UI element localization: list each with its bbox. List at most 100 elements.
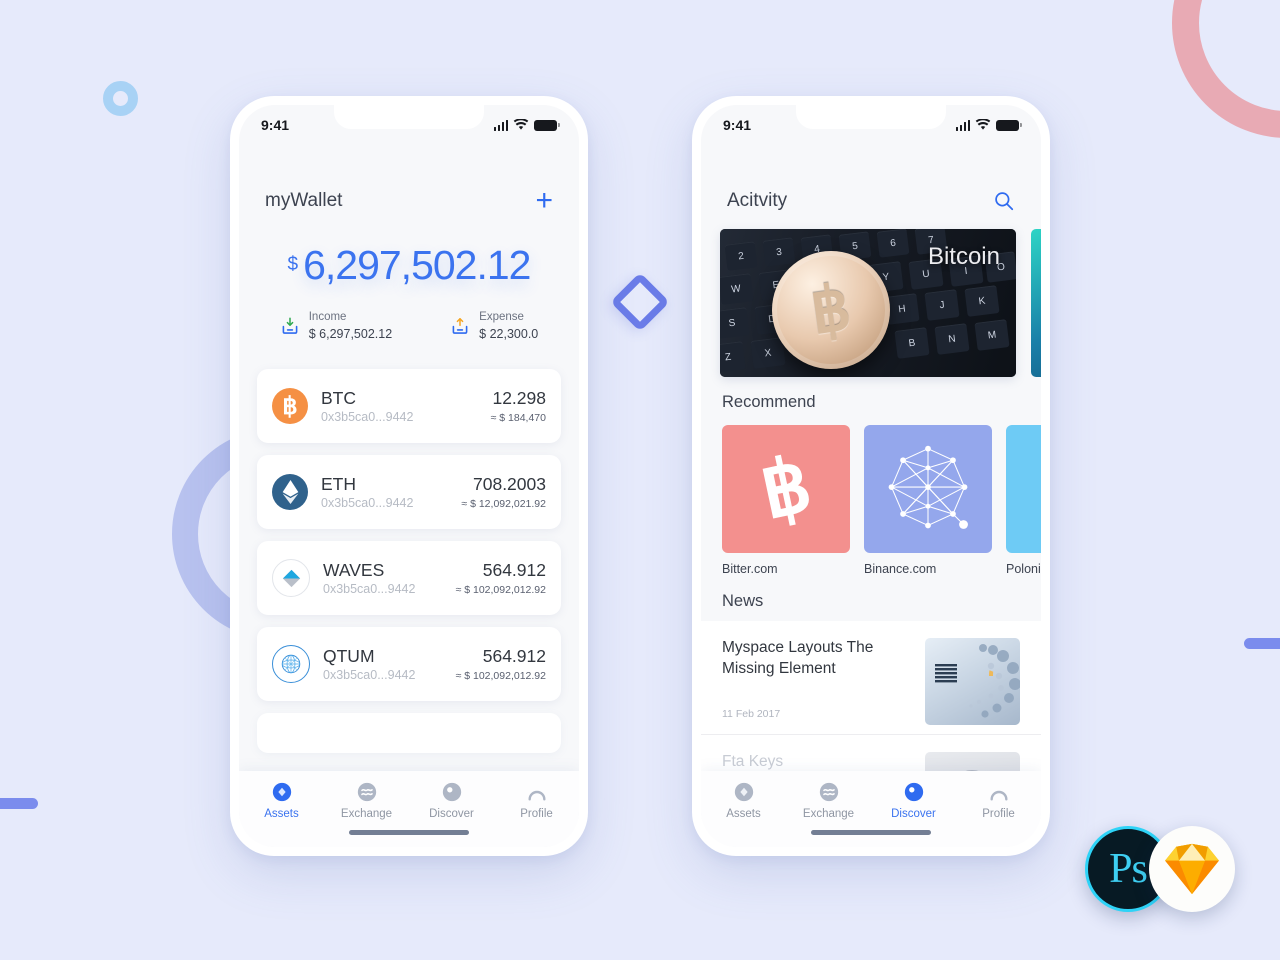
profile-person-icon [527,790,546,801]
blue-bar-left-decoration [0,798,38,809]
exchange-waves-icon [819,782,838,802]
news-heading: News [722,592,764,610]
asset-usd-value: ≈ $ 102,092,012.92 [455,669,546,682]
assets-diamond-icon [272,782,291,802]
income-expense-row: Income $ 6,297,502.12 Expense $ 22,300.0 [239,310,579,342]
tab-label: Discover [891,808,936,820]
asset-quantity: 564.912 [482,646,546,667]
table-row-partial[interactable] [257,713,561,753]
expense-summary[interactable]: Expense $ 22,300.0 [450,310,538,342]
phone-mockup-discover: 9:41 Acitvity 2 3 4 5 6 7 W E Y U I O S … [692,96,1050,856]
network-graph-icon [864,425,992,553]
asset-symbol: WAVES [323,560,385,581]
hero-card-next[interactable] [1031,229,1041,377]
table-row[interactable]: ฿ BTC 0x3b5ca0...9442 12.298 ≈ $ 184,470 [257,369,561,443]
home-indicator [349,830,469,835]
asset-usd-value: ≈ $ 102,092,012.92 [455,583,546,596]
wallet-screen: 9:41 myWallet + $ 6,297,502.12 Income $ … [239,105,579,847]
bitcoin-coin-photo: ฿ [772,251,890,369]
status-icons [493,119,560,131]
income-summary[interactable]: Income $ 6,297,502.12 [280,310,392,342]
sketch-logo-icon [1149,826,1235,912]
device-notch [334,105,484,129]
tab-label: Profile [982,808,1015,820]
tab-label: Exchange [802,808,855,820]
recommend-name: Poloniex.com [1006,562,1041,576]
profile-person-icon [989,790,1008,801]
income-label: Income [308,311,347,323]
battery-icon [534,119,560,131]
bottom-tab-bar: Assets Exchange Discover Profile [701,771,1041,847]
hero-card-bitcoin[interactable]: 2 3 4 5 6 7 W E R Y U I O S D H J [720,229,1016,377]
home-indicator [811,830,931,835]
balance-amount: 6,297,502.12 [303,242,531,288]
tab-profile[interactable]: Profile [494,781,579,820]
recommend-heading: Recommend [722,393,816,411]
tab-discover[interactable]: Discover [409,781,494,820]
list-item[interactable]: Poloniex.com [1006,425,1041,576]
tab-label: Assets [726,808,761,820]
assets-diamond-icon [734,782,753,802]
hero-caption: Bitcoin [927,243,1000,270]
table-row[interactable]: WAVES 0x3b5ca0...9442 564.912 ≈ $ 102,09… [257,541,561,615]
signal-bars-icon [493,119,508,131]
blue-bar-right-decoration [1244,638,1280,649]
tab-exchange[interactable]: Exchange [786,781,871,820]
list-item[interactable]: ฿ Bitter.com [722,425,850,576]
income-value: $ 6,297,502.12 [308,326,393,341]
tab-assets[interactable]: Assets [239,781,324,820]
signal-bars-icon [955,119,970,131]
asset-usd-value: ≈ $ 12,092,021.92 [461,497,546,510]
tab-discover[interactable]: Discover [871,781,956,820]
eth-coin-icon [272,474,308,510]
recommend-name: Binance.com [864,562,937,576]
asset-address: 0x3b5ca0...9442 [323,667,416,682]
page-title: Acitvity [727,190,788,211]
asset-address: 0x3b5ca0...9442 [321,409,414,424]
tab-exchange[interactable]: Exchange [324,781,409,820]
news-title: Myspace Layouts The Missing Element [722,639,874,677]
expense-value: $ 22,300.0 [479,326,539,341]
asset-symbol: ETH [321,474,356,495]
discover-header: Acitvity [701,183,1041,219]
balance-display: $ 6,297,502.12 [239,245,579,286]
discover-screen: 9:41 Acitvity 2 3 4 5 6 7 W E Y U I O S … [701,105,1041,847]
asset-quantity: 12.298 [492,388,546,409]
tab-profile[interactable]: Profile [956,781,1041,820]
wallet-header: myWallet + [239,183,579,219]
poloniex-icon [1006,425,1041,553]
tab-label: Assets [264,808,299,820]
news-title: Fta Keys [722,753,784,770]
wifi-icon [513,119,529,130]
discover-compass-icon [442,782,461,802]
search-icon[interactable] [993,190,1015,212]
tool-logos: Ps [1085,826,1235,918]
tab-assets[interactable]: Assets [701,781,786,820]
asset-quantity: 564.912 [482,560,546,581]
blue-diamond-decoration [610,272,670,332]
pink-ring-decoration [1172,0,1280,138]
battery-icon [996,119,1022,131]
waves-coin-icon [272,559,310,597]
hero-carousel[interactable]: 2 3 4 5 6 7 W E R Y U I O S D H J [701,229,1041,377]
background-decoration-layer [0,0,1280,960]
add-wallet-button[interactable]: + [535,186,553,216]
device-notch [796,105,946,129]
recommend-name: Bitter.com [722,562,778,576]
asset-quantity: 708.2003 [473,474,546,495]
asset-symbol: QTUM [323,646,375,667]
list-item[interactable]: Binance.com [864,425,992,576]
table-row[interactable]: ETH 0x3b5ca0...9442 708.2003 ≈ $ 12,092,… [257,455,561,529]
bottom-tab-bar: Assets Exchange Discover Profile [239,771,579,847]
qtum-coin-icon [272,645,310,683]
wifi-icon [975,119,991,130]
table-row[interactable]: QTUM 0x3b5ca0...9442 564.912 ≈ $ 102,092… [257,627,561,701]
exchange-waves-icon [357,782,376,802]
tab-label: Profile [520,808,553,820]
recommend-carousel[interactable]: ฿ Bitter.com Binance.com Poloni [701,425,1041,585]
status-icons [955,119,1022,131]
tab-label: Exchange [340,808,393,820]
page-title: myWallet [265,190,343,211]
list-item[interactable]: Myspace Layouts The Missing Element 11 F… [701,621,1041,735]
bitcoin-b-icon: ฿ [722,425,850,553]
